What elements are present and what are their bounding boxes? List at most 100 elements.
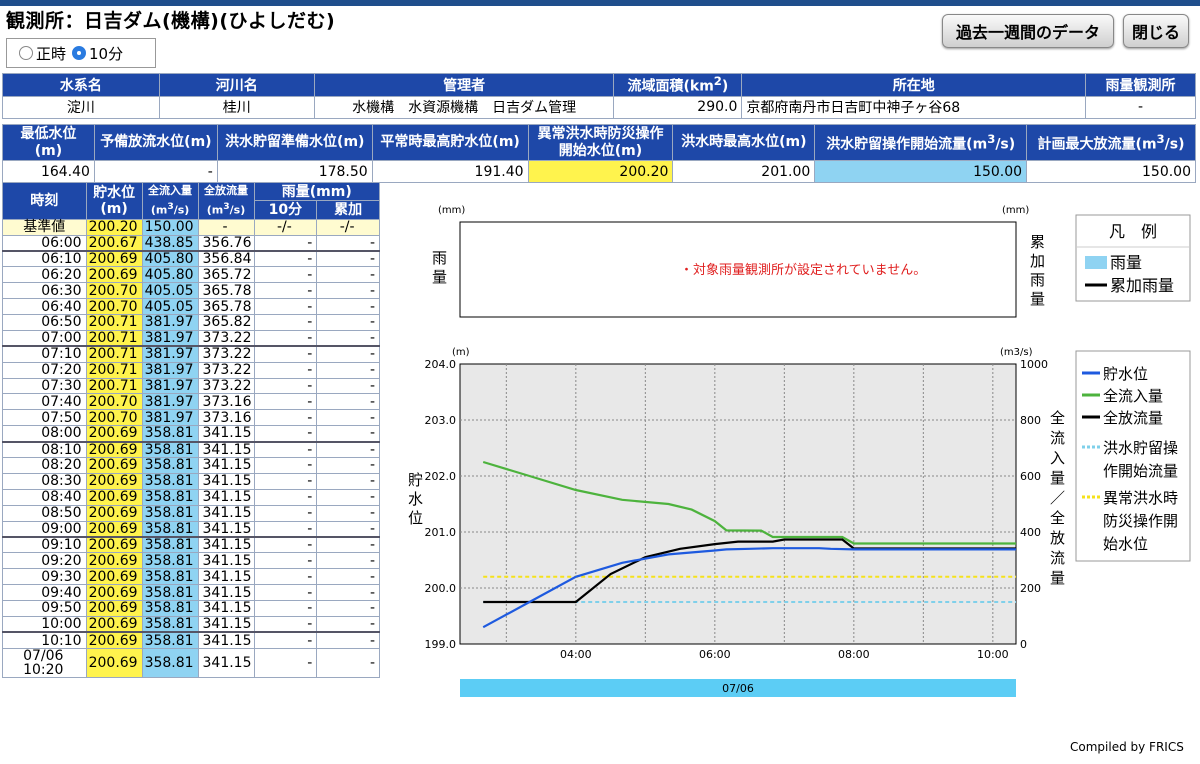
row-outflow: 341.15 xyxy=(197,535,255,554)
row-level: 200.69 xyxy=(85,535,143,554)
table-row: 09:30 200.69 358.81 341.15- - xyxy=(2,568,380,586)
row-level: 200.69 xyxy=(85,600,143,617)
row-rain-cum: - xyxy=(316,314,380,331)
row-rain-10min: - xyxy=(253,615,318,633)
table-row: 07:30 200.71 381.97 373.22- - xyxy=(2,377,380,395)
table-row: 07:50 200.70 381.97 373.16- - xyxy=(2,409,380,427)
legend-label: 全放流量 xyxy=(1103,409,1163,427)
row-level: 200.71 xyxy=(85,377,143,395)
legend-label: 始水位 xyxy=(1103,535,1148,553)
past-week-button[interactable]: 過去一週間のデータ xyxy=(942,14,1114,48)
close-button[interactable]: 閉じる xyxy=(1123,14,1189,48)
row-inflow: 381.97 xyxy=(141,377,199,395)
header-flood-max-level: 洪水時最高水位(m) xyxy=(672,124,816,161)
radio-hourly[interactable]: 正時 xyxy=(19,43,66,64)
table-row: 08:10 200.69 358.81 341.15- - xyxy=(2,440,380,459)
header-max-discharge: 計画最大放流量(m3/s) xyxy=(1026,124,1196,161)
header-min-level: 最低水位(m) xyxy=(2,124,95,161)
flood-op-flow-value: 150.00 xyxy=(814,160,1028,183)
level-tick-label: 200.0 xyxy=(425,582,457,595)
row-inflow: 358.81 xyxy=(141,568,199,586)
row-rain-10min: - xyxy=(253,520,318,538)
row-outflow: 365.78 xyxy=(197,282,255,300)
time-tick-label: 08:00 xyxy=(838,648,870,661)
table-row: 06:50 200.71 381.97 365.82- - xyxy=(2,314,380,331)
row-level: 200.69 xyxy=(85,647,143,678)
header-prerelease-level: 予備放流水位(m) xyxy=(93,124,218,161)
radio-off-icon xyxy=(19,46,33,60)
table-row: 09:50 200.69 358.81 341.15- - xyxy=(2,600,380,617)
row-rain-cum: - xyxy=(316,361,380,379)
row-time: 08:20 xyxy=(2,457,87,474)
row-rain-cum: - xyxy=(316,535,380,554)
row-rain-cum: - xyxy=(316,584,380,602)
flow-tick-label: 200 xyxy=(1020,582,1041,595)
row-rain-10min: - xyxy=(253,568,318,586)
flow-tick-label: 600 xyxy=(1020,470,1041,483)
row-rain-10min: - xyxy=(253,584,318,602)
row-outflow: 365.72 xyxy=(197,266,255,284)
row-time: 08:00 xyxy=(2,425,87,443)
row-level: 200.71 xyxy=(85,361,143,379)
time-tick-label: 04:00 xyxy=(560,648,592,661)
row-rain-10min: - xyxy=(253,472,318,490)
row-rain-10min: - xyxy=(253,393,318,411)
row-rain-cum: - xyxy=(316,615,380,633)
flow-tick-label: 400 xyxy=(1020,526,1041,539)
row-outflow: 373.16 xyxy=(197,409,255,427)
table-row: 06:00 200.67 438.85 356.76- - xyxy=(2,234,380,252)
header-outflow: 全放流量 (m3/s) xyxy=(197,182,255,220)
row-inflow: 358.81 xyxy=(141,457,199,474)
radio-hourly-label: 正時 xyxy=(36,44,67,63)
table-row: 10:00 200.69 358.81 341.15- - xyxy=(2,615,380,633)
row-inflow: 358.81 xyxy=(141,504,199,522)
table-row: 09:20 200.69 358.81 341.15- - xyxy=(2,552,380,570)
row-outflow: 373.16 xyxy=(197,393,255,411)
row-level: 200.69 xyxy=(85,504,143,522)
row-level: 200.69 xyxy=(85,249,143,268)
min-level-value: 164.40 xyxy=(2,160,95,183)
row-rain-10min: - xyxy=(253,647,318,678)
date-label: 07/06 xyxy=(722,682,754,695)
row-rain-cum: - xyxy=(316,600,380,617)
row-time: 07:40 xyxy=(2,393,87,411)
row-outflow: 373.22 xyxy=(197,361,255,379)
row-time: 08:40 xyxy=(2,488,87,506)
rain-legend-cum: 累加雨量 xyxy=(1110,276,1174,295)
rain-unit-right: (mm) xyxy=(1002,205,1029,216)
base-rain-cum: -/- xyxy=(316,218,380,236)
legend-label: 防災操作開 xyxy=(1103,512,1178,530)
row-time: 06:30 xyxy=(2,282,87,300)
row-time: 08:30 xyxy=(2,472,87,490)
time-ticks: 04:00 06:00 08:00 10:00 xyxy=(560,648,1009,661)
radio-10min-label: 10分 xyxy=(89,44,124,63)
flow-unit: (m3/s) xyxy=(1000,347,1033,358)
row-inflow: 381.97 xyxy=(141,393,199,411)
rain-unit-left: (mm) xyxy=(438,205,465,216)
radio-10min[interactable]: 10分 xyxy=(72,43,123,64)
row-rain-10min: - xyxy=(253,361,318,379)
header-manager: 管理者 xyxy=(313,73,615,97)
level-axis-label: 貯水位 xyxy=(408,471,423,527)
header-inflow: 全流入量 (m3/s) xyxy=(141,182,199,220)
row-outflow: 341.15 xyxy=(197,552,255,570)
row-rain-10min: - xyxy=(253,377,318,395)
table-row: 09:00 200.69 358.81 341.15- - xyxy=(2,520,380,538)
row-time: 09:10 xyxy=(2,535,87,554)
row-level: 200.69 xyxy=(85,425,143,443)
level-tick-label: 199.0 xyxy=(425,638,457,651)
row-inflow: 358.81 xyxy=(141,631,199,649)
row-level: 200.69 xyxy=(85,552,143,570)
row-rain-cum: - xyxy=(316,440,380,459)
row-outflow: 341.15 xyxy=(197,647,255,678)
row-inflow: 358.81 xyxy=(141,615,199,633)
prerelease-level-value: - xyxy=(93,160,218,183)
row-rain-cum: - xyxy=(316,457,380,474)
row-outflow: 356.84 xyxy=(197,249,255,268)
flood-prep-level-value: 178.50 xyxy=(216,160,373,183)
row-time: 06:20 xyxy=(2,266,87,284)
table-row: 06:40 200.70 405.05 365.78- - xyxy=(2,298,380,315)
level-tick-label: 204.0 xyxy=(425,358,457,371)
dam-chart-area: (mm) (mm) ・対象雨量観測所が設定されていません。 雨量 累加雨量 凡 … xyxy=(408,205,1191,697)
level-ticks: 199.0 200.0 201.0 202.0 203.0 204.0 xyxy=(425,358,457,651)
